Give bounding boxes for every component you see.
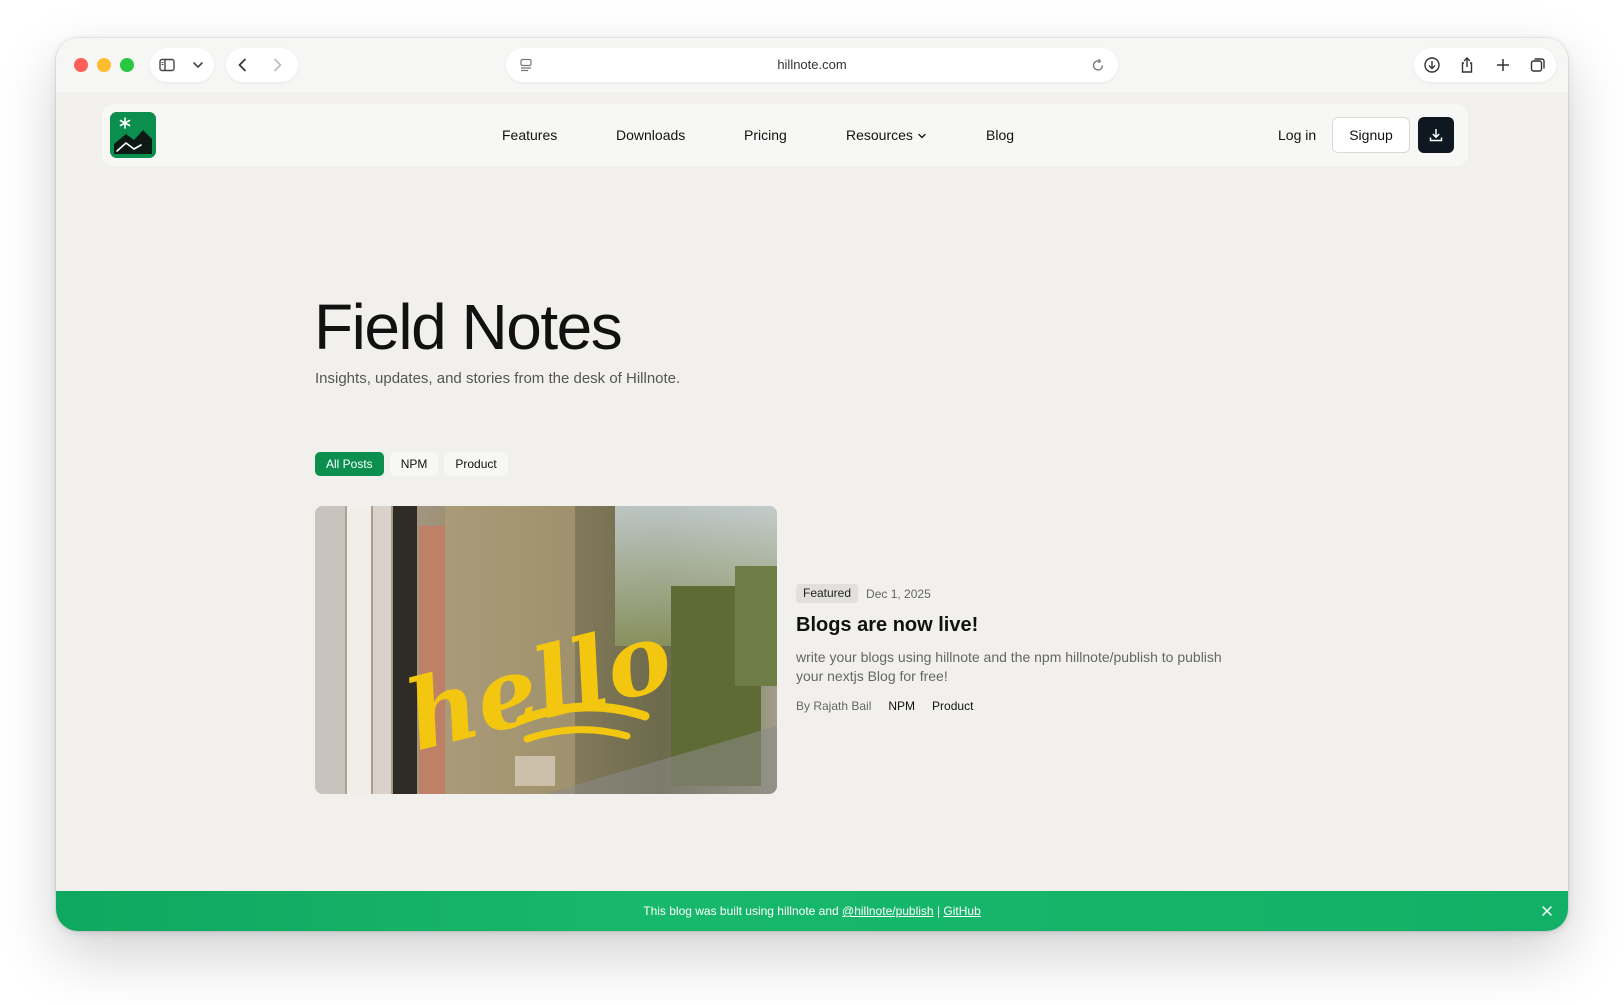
filter-product[interactable]: Product [444, 452, 508, 476]
page-title: Field Notes [314, 291, 623, 363]
login-link[interactable]: Log in [1278, 104, 1316, 166]
page-subtitle: Insights, updates, and stories from the … [315, 370, 681, 387]
nav-pricing[interactable]: Pricing [744, 104, 787, 166]
post-date: Dec 1, 2025 [866, 586, 931, 601]
banner-separator: | [933, 904, 944, 918]
tab-overview-icon[interactable] [1521, 48, 1555, 82]
filter-all-posts[interactable]: All Posts [315, 452, 384, 476]
post-tag[interactable]: NPM [888, 699, 915, 713]
post-excerpt: write your blogs using hillnote and the … [796, 649, 1222, 684]
main-nav: Features Downloads Pricing Resources Blo… [102, 104, 1468, 166]
plus-icon[interactable] [1486, 48, 1520, 82]
url-text: hillnote.com [777, 57, 847, 72]
post-author: By Rajath Bail [796, 699, 872, 713]
browser-window: hillnote.com Features Downloads Pricing … [56, 38, 1568, 931]
category-filters: All Posts NPM Product [315, 452, 508, 476]
nav-blog[interactable]: Blog [986, 104, 1014, 166]
footer-banner: This blog was built using hillnote and @… [56, 891, 1568, 931]
close-icon[interactable] [1540, 904, 1554, 918]
sidebar-toggle-group [150, 48, 214, 82]
nav-resources-label: Resources [846, 127, 913, 143]
forward-icon[interactable] [260, 48, 294, 82]
download-app-button[interactable] [1418, 117, 1454, 153]
featured-badge: Featured [796, 584, 859, 603]
chevron-down-icon [918, 134, 926, 139]
nav-downloads[interactable]: Downloads [616, 104, 685, 166]
chevron-down-icon[interactable] [184, 48, 212, 82]
history-nav-group [226, 48, 298, 82]
browser-toolbar: hillnote.com [56, 38, 1568, 92]
page-content: Features Downloads Pricing Resources Blo… [56, 92, 1568, 931]
close-window-button[interactable] [74, 58, 88, 72]
download-icon[interactable] [1415, 48, 1449, 82]
signup-button[interactable]: Signup [1332, 117, 1410, 153]
nav-resources[interactable]: Resources [846, 104, 927, 166]
address-bar[interactable]: hillnote.com [506, 48, 1118, 82]
nav-features[interactable]: Features [502, 104, 557, 166]
banner-text: This blog was built using hillnote and [643, 904, 843, 918]
site-header: Features Downloads Pricing Resources Blo… [102, 104, 1468, 166]
post-footer: By Rajath Bail NPM Product [796, 699, 973, 713]
post-title[interactable]: Blogs are now live! [796, 614, 978, 637]
reload-icon[interactable] [1090, 57, 1106, 73]
minimize-window-button[interactable] [97, 58, 111, 72]
post-meta: Featured Dec 1, 2025 [796, 584, 931, 603]
github-link[interactable]: GitHub [943, 904, 980, 918]
back-icon[interactable] [226, 48, 260, 82]
post-tag[interactable]: Product [932, 699, 973, 713]
publish-package-link[interactable]: @hillnote/publish [842, 904, 934, 918]
sidebar-icon[interactable] [150, 48, 184, 82]
toolbar-actions [1414, 48, 1556, 82]
share-icon[interactable] [1450, 48, 1484, 82]
zoom-window-button[interactable] [120, 58, 134, 72]
download-icon [1429, 129, 1443, 142]
filter-npm[interactable]: NPM [389, 452, 439, 476]
post-cover-image[interactable]: hello [315, 506, 777, 794]
